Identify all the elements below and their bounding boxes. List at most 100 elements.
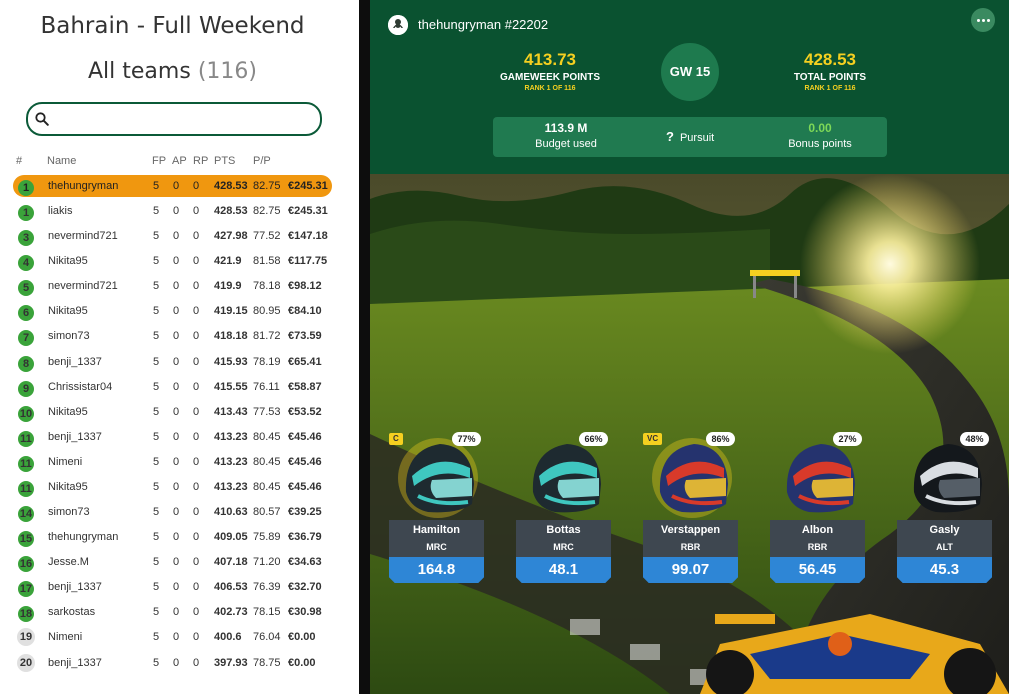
- rp-value: 0: [193, 381, 200, 393]
- search-input[interactable]: [56, 108, 315, 130]
- rp-value: 0: [193, 406, 200, 418]
- fp-value: 5: [153, 255, 160, 267]
- leaderboard-row[interactable]: 11 benji_1337 5 0 0 413.23 80.45 €45.46: [13, 426, 332, 448]
- driver-card[interactable]: 48% Gasly ALT 45.3: [897, 432, 992, 583]
- pp-value: 78.18: [253, 280, 281, 292]
- ap-value: 0: [173, 280, 180, 292]
- leaderboard-row[interactable]: 19 Nimeni 5 0 0 400.6 76.04 €0.00: [13, 626, 332, 648]
- total-points-rank: RANK 1 OF 116: [804, 85, 856, 92]
- ap-value: 0: [173, 556, 180, 568]
- pursuit-button[interactable]: ? Pursuit: [666, 129, 714, 144]
- leaderboard-row[interactable]: 17 benji_1337 5 0 0 406.53 76.39 €32.70: [13, 576, 332, 598]
- teams-label: All teams: [88, 59, 191, 84]
- leaderboard-row[interactable]: 1 liakis 5 0 0 428.53 82.75 €245.31: [13, 200, 332, 222]
- rank-badge: 11: [18, 431, 34, 447]
- team-name: benji_1337: [48, 581, 102, 593]
- leaderboard-row[interactable]: 10 Nikita95 5 0 0 413.43 77.53 €53.52: [13, 401, 332, 423]
- rp-value: 0: [193, 356, 200, 368]
- team-name: simon73: [48, 506, 90, 518]
- fp-value: 5: [153, 330, 160, 342]
- ap-value: 0: [173, 481, 180, 493]
- fp-value: 5: [153, 381, 160, 393]
- ap-value: 0: [173, 431, 180, 443]
- rank-badge: 15: [18, 531, 34, 547]
- bonus-stat: 0.00 Bonus points: [755, 121, 885, 150]
- ap-value: 0: [173, 581, 180, 593]
- rp-value: 0: [193, 456, 200, 468]
- leaderboard-row[interactable]: 20 benji_1337 5 0 0 397.93 78.75 €0.00: [13, 652, 332, 674]
- team-value: €30.98: [288, 606, 322, 618]
- event-title: Bahrain - Full Weekend: [40, 13, 305, 39]
- rp-value: 0: [193, 581, 200, 593]
- leaderboard-row[interactable]: 8 benji_1337 5 0 0 415.93 78.19 €65.41: [13, 351, 332, 373]
- team-value: €147.18: [288, 230, 328, 242]
- gameweek-badge[interactable]: GW 15: [661, 43, 719, 101]
- driver-card[interactable]: 27% Albon RBR 56.45: [770, 432, 865, 583]
- team-name: Nikita95: [48, 481, 88, 493]
- team-value: €45.46: [288, 431, 322, 443]
- team-value: €117.75: [288, 255, 328, 267]
- team-user-name: thehungryman #22202: [418, 17, 549, 32]
- leaderboard-row[interactable]: 16 Jesse.M 5 0 0 407.18 71.20 €34.63: [13, 551, 332, 573]
- gameweek-points-rank: RANK 1 OF 116: [524, 85, 576, 92]
- more-options-icon[interactable]: [971, 8, 995, 32]
- leaderboard-row[interactable]: 11 Nimeni 5 0 0 413.23 80.45 €45.46: [13, 451, 332, 473]
- driver-card[interactable]: 66% Bottas MRC 48.1: [516, 432, 611, 583]
- leaderboard-row[interactable]: 15 thehungryman 5 0 0 409.05 75.89 €36.79: [13, 526, 332, 548]
- driver-info: Bottas MRC: [516, 520, 611, 557]
- fp-value: 5: [153, 205, 160, 217]
- rp-value: 0: [193, 657, 200, 669]
- leaderboard-row[interactable]: 18 sarkostas 5 0 0 402.73 78.15 €30.98: [13, 601, 332, 623]
- pp-value: 76.39: [253, 581, 281, 593]
- fp-value: 5: [153, 657, 160, 669]
- rp-value: 0: [193, 431, 200, 443]
- ap-value: 0: [173, 180, 180, 192]
- leaderboard-row[interactable]: 6 Nikita95 5 0 0 419.15 80.95 €84.10: [13, 300, 332, 322]
- leaderboard-row[interactable]: 11 Nikita95 5 0 0 413.23 80.45 €45.46: [13, 476, 332, 498]
- driver-card[interactable]: C 77% Hamilton MRC 164.8: [389, 432, 484, 583]
- rank-badge: 1: [18, 205, 34, 221]
- budget-value: 113.9 M: [544, 121, 588, 135]
- rp-value: 0: [193, 255, 200, 267]
- driver-team: MRC: [426, 542, 447, 552]
- team-name: thehungryman: [48, 180, 119, 192]
- leaderboard-row[interactable]: 3 nevermind721 5 0 0 427.98 77.52 €147.18: [13, 225, 332, 247]
- rank-badge: 19: [17, 628, 35, 646]
- fp-value: 5: [153, 606, 160, 618]
- pts-value: 421.9: [214, 255, 242, 267]
- pp-value: 78.19: [253, 356, 281, 368]
- leaderboard-row[interactable]: 5 nevermind721 5 0 0 419.9 78.18 €98.12: [13, 275, 332, 297]
- pts-value: 428.53: [214, 205, 248, 217]
- driver-points: 45.3: [897, 557, 992, 583]
- selection-percent: 48%: [960, 432, 989, 446]
- col-pts-header: PTS: [214, 155, 236, 167]
- leaderboard-row[interactable]: 14 simon73 5 0 0 410.63 80.57 €39.25: [13, 501, 332, 523]
- driver-info: Gasly ALT: [897, 520, 992, 557]
- rp-value: 0: [193, 631, 200, 643]
- selection-percent: 27%: [833, 432, 862, 446]
- rp-value: 0: [193, 205, 200, 217]
- leaderboard-row[interactable]: 7 simon73 5 0 0 418.18 81.72 €73.59: [13, 325, 332, 347]
- team-header: thehungryman #22202 413.73 GAMEWEEK POIN…: [370, 0, 1009, 174]
- search-box[interactable]: [26, 102, 322, 136]
- rank-badge: 6: [18, 305, 34, 321]
- leaderboard-row[interactable]: 1 thehungryman 5 0 0 428.53 82.75 €245.31: [13, 175, 332, 197]
- driver-card[interactable]: VC 86% Verstappen RBR 99.07: [643, 432, 738, 583]
- col-pp-header: P/P: [253, 155, 271, 167]
- ap-value: 0: [173, 381, 180, 393]
- team-name: Nikita95: [48, 255, 88, 267]
- pursuit-label: Pursuit: [679, 132, 715, 144]
- team-value: €58.87: [288, 381, 322, 393]
- leaderboard-row[interactable]: 4 Nikita95 5 0 0 421.9 81.58 €117.75: [13, 250, 332, 272]
- leaderboard-row[interactable]: 9 Chrissistar04 5 0 0 415.55 76.11 €58.87: [13, 376, 332, 398]
- rank-badge: 1: [18, 180, 34, 196]
- bonus-label: Bonus points: [788, 138, 852, 150]
- ap-value: 0: [173, 506, 180, 518]
- gameweek-points-label: GAMEWEEK POINTS: [499, 72, 600, 83]
- pp-value: 77.52: [253, 230, 281, 242]
- team-value: €32.70: [288, 581, 322, 593]
- search-icon: [35, 112, 49, 126]
- rank-badge: 18: [18, 606, 34, 622]
- team-name: thehungryman: [48, 531, 119, 543]
- pp-value: 80.57: [253, 506, 281, 518]
